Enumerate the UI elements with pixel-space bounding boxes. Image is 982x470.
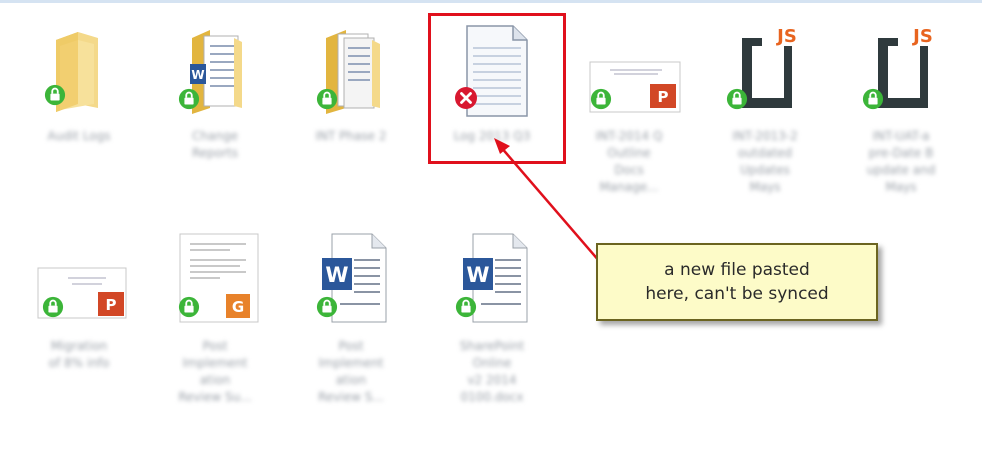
annotation-callout: a new file pasted here, can't be synced xyxy=(596,243,878,321)
callout-line-1: a new file pasted xyxy=(664,260,810,280)
callout-line-2: here, can't be synced xyxy=(645,284,829,304)
annotation-arrow-icon xyxy=(494,138,601,263)
